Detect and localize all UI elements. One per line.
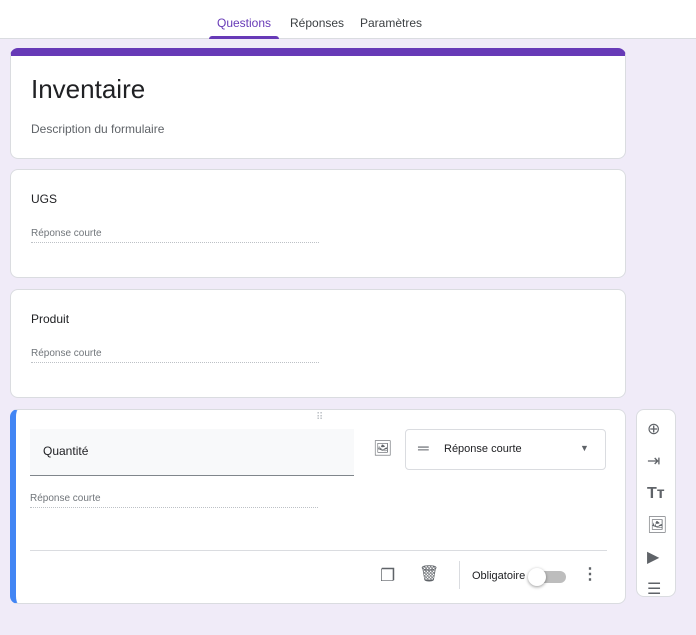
question-card[interactable]: Produit Réponse courte bbox=[10, 289, 626, 398]
tab-responses[interactable]: Réponses bbox=[290, 16, 344, 30]
answer-placeholder: Réponse courte bbox=[31, 228, 319, 243]
floating-toolbar: ⊕ ⇥ Tт 🖼 ▶ ☰ bbox=[636, 409, 676, 598]
delete-icon[interactable]: 🗑 bbox=[419, 567, 439, 583]
answer-placeholder: Réponse courte bbox=[30, 493, 318, 508]
form-description[interactable]: Description du formulaire bbox=[31, 122, 164, 136]
add-question-icon[interactable]: ⊕ bbox=[647, 422, 660, 438]
short-text-icon: ═ bbox=[418, 440, 429, 457]
add-title-icon[interactable]: Tт bbox=[647, 486, 665, 502]
question-title-input[interactable]: Quantité bbox=[30, 429, 354, 476]
drag-handle-icon[interactable]: ⠿ bbox=[316, 413, 323, 423]
required-label: Obligatoire bbox=[472, 570, 526, 582]
tab-questions[interactable]: Questions bbox=[217, 16, 271, 30]
question-title: Produit bbox=[31, 312, 70, 326]
question-title: UGS bbox=[31, 192, 58, 206]
add-section-icon[interactable]: ☰ bbox=[647, 582, 661, 598]
more-options-icon[interactable]: ⋮ bbox=[582, 567, 598, 583]
chevron-down-icon: ▼ bbox=[580, 443, 589, 453]
top-bar: Questions Réponses Paramètres bbox=[0, 0, 696, 39]
divider bbox=[459, 561, 460, 589]
import-questions-icon[interactable]: ⇥ bbox=[647, 454, 660, 470]
form-header-card[interactable]: Inventaire Description du formulaire bbox=[10, 48, 626, 159]
form-title[interactable]: Inventaire bbox=[31, 74, 145, 105]
tab-settings[interactable]: Paramètres bbox=[360, 16, 422, 30]
question-type-value: Réponse courte bbox=[444, 443, 522, 455]
image-icon[interactable]: 🖼 bbox=[373, 441, 392, 456]
question-card[interactable]: UGS Réponse courte bbox=[10, 169, 626, 278]
add-image-icon[interactable]: 🖼 bbox=[647, 518, 667, 534]
active-tab-indicator bbox=[209, 36, 279, 39]
question-type-select[interactable]: ═ Réponse courte ▼ bbox=[405, 429, 606, 470]
answer-placeholder: Réponse courte bbox=[31, 348, 319, 363]
divider bbox=[30, 550, 607, 551]
add-video-icon[interactable]: ▶ bbox=[647, 550, 659, 566]
duplicate-icon[interactable]: ❐ bbox=[380, 567, 395, 584]
